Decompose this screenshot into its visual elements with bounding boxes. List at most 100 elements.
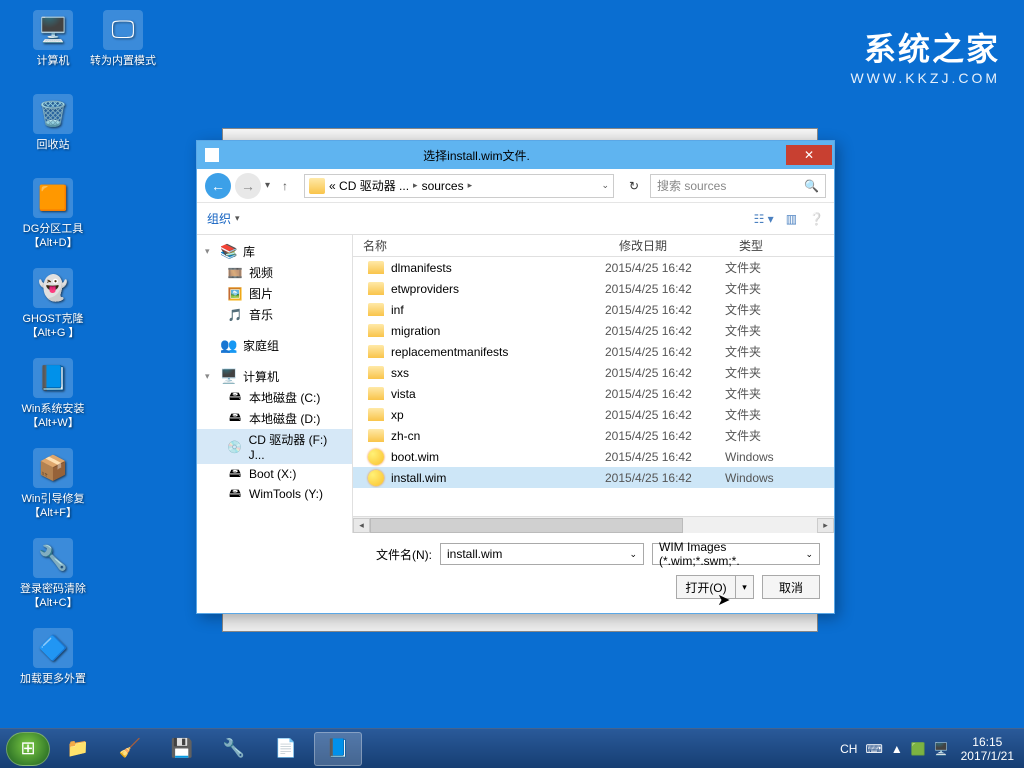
file-date: 2015/4/25 16:42: [605, 303, 725, 317]
forward-button[interactable]: →: [235, 173, 261, 199]
taskbar-app-5[interactable]: 📄: [262, 732, 310, 766]
help-button[interactable]: ❔: [809, 212, 824, 226]
file-row[interactable]: sxs2015/4/25 16:42文件夹: [353, 362, 834, 383]
history-dropdown[interactable]: ▾: [265, 180, 270, 191]
desktop-icon[interactable]: 👻GHOST克隆【Alt+G 】: [18, 268, 88, 340]
desktop-icon-glyph: 📦: [33, 448, 73, 488]
file-row[interactable]: etwproviders2015/4/25 16:42文件夹: [353, 278, 834, 299]
organize-dropdown-icon[interactable]: ▾: [235, 213, 240, 224]
sidebar-group-library[interactable]: ▾ 📚 库: [197, 241, 352, 262]
picture-icon: 🖼️: [227, 286, 243, 302]
open-button[interactable]: 打开(O) ▾ ➤: [676, 575, 754, 599]
col-type[interactable]: 类型: [729, 237, 834, 254]
file-type: 文件夹: [725, 301, 834, 318]
address-dropdown[interactable]: ⌄: [601, 180, 609, 191]
file-date: 2015/4/25 16:42: [605, 366, 725, 380]
breadcrumb-seg-2[interactable]: sources: [422, 179, 464, 193]
chevron-down-icon: ⌄: [629, 549, 637, 560]
tray-icon-2[interactable]: 🟩: [911, 742, 926, 756]
sidebar-item-drive[interactable]: 🖴本地磁盘 (C:): [197, 387, 352, 408]
file-row[interactable]: inf2015/4/25 16:42文件夹: [353, 299, 834, 320]
dialog-titlebar[interactable]: 选择install.wim文件. ✕: [197, 141, 834, 169]
file-date: 2015/4/25 16:42: [605, 324, 725, 338]
file-name: replacementmanifests: [391, 345, 605, 359]
tray-icon-1[interactable]: ▲: [891, 742, 903, 756]
scroll-right-button[interactable]: ▸: [817, 518, 834, 533]
desktop-icon[interactable]: 📦Win引导修复【Alt+F】: [18, 448, 88, 520]
up-button[interactable]: ↑: [274, 175, 296, 197]
sidebar-group-computer[interactable]: ▾ 🖥️ 计算机: [197, 366, 352, 387]
taskbar-app-4[interactable]: 🔧: [210, 732, 258, 766]
drive-icon: 💿: [227, 439, 243, 455]
column-headers: 名称 修改日期 类型: [353, 235, 834, 257]
scroll-left-button[interactable]: ◂: [353, 518, 370, 533]
taskbar-app-1[interactable]: 📁: [54, 732, 102, 766]
refresh-button[interactable]: ↻: [622, 175, 646, 197]
sidebar-item-pictures[interactable]: 🖼️图片: [197, 283, 352, 304]
dialog-footer: 文件名(N): install.wim ⌄ WIM Images (*.wim;…: [197, 533, 834, 613]
scroll-track[interactable]: [370, 518, 817, 533]
sidebar-item-drive[interactable]: 🖴WimTools (Y:): [197, 484, 352, 504]
file-row[interactable]: migration2015/4/25 16:42文件夹: [353, 320, 834, 341]
sidebar-label: 计算机: [243, 368, 279, 385]
file-open-dialog: 选择install.wim文件. ✕ ← → ▾ ↑ « CD 驱动器 ... …: [196, 140, 835, 614]
desktop-icon[interactable]: 🖥️计算机: [18, 10, 88, 68]
file-row[interactable]: xp2015/4/25 16:42文件夹: [353, 404, 834, 425]
back-button[interactable]: ←: [205, 173, 231, 199]
tray-icon-3[interactable]: 🖥️: [934, 742, 949, 756]
view-mode-button[interactable]: ☷ ▾: [754, 212, 774, 226]
folder-icon: [367, 282, 385, 295]
search-icon: 🔍: [804, 179, 819, 193]
desktop-icon[interactable]: 🔷加载更多外置: [18, 628, 88, 686]
desktop-icon[interactable]: 📘Win系统安装【Alt+W】: [18, 358, 88, 430]
filename-label: 文件名(N):: [376, 546, 432, 563]
file-row[interactable]: install.wim2015/4/25 16:42Windows: [353, 467, 834, 488]
taskbar-app-active[interactable]: 📘: [314, 732, 362, 766]
ime-indicator[interactable]: CH: [840, 742, 857, 756]
desktop-icon-label: 回收站: [18, 138, 88, 152]
sidebar-item-music[interactable]: 🎵音乐: [197, 304, 352, 325]
open-dropdown[interactable]: ▾: [735, 576, 753, 598]
file-list[interactable]: dlmanifests2015/4/25 16:42文件夹etwprovider…: [353, 257, 834, 516]
cancel-button[interactable]: 取消: [762, 575, 820, 599]
breadcrumb-seg-1[interactable]: « CD 驱动器 ...: [329, 177, 409, 194]
desktop-icon[interactable]: 🗑️回收站: [18, 94, 88, 152]
horizontal-scrollbar[interactable]: ◂ ▸: [353, 516, 834, 533]
taskbar-clock[interactable]: 16:15 2017/1/21: [961, 735, 1014, 763]
desktop-icon[interactable]: 🟧DG分区工具【Alt+D】: [18, 178, 88, 250]
col-date[interactable]: 修改日期: [609, 237, 729, 254]
filename-input[interactable]: install.wim ⌄: [440, 543, 644, 565]
desktop-icon[interactable]: 🖵转为内置模式: [88, 10, 158, 68]
sidebar-item-drive[interactable]: 🖴Boot (X:): [197, 464, 352, 484]
col-name[interactable]: 名称: [353, 237, 609, 254]
keyboard-icon[interactable]: ⌨: [865, 742, 882, 756]
address-bar[interactable]: « CD 驱动器 ... ▸ sources ▸ ⌄: [304, 174, 614, 198]
desktop-icon[interactable]: 🔧登录密码清除【Alt+C】: [18, 538, 88, 610]
file-row[interactable]: boot.wim2015/4/25 16:42Windows: [353, 446, 834, 467]
library-icon: 📚: [221, 244, 237, 260]
system-tray: CH ⌨ ▲ 🟩 🖥️ 16:15 2017/1/21: [836, 735, 1018, 763]
sidebar-item-drive[interactable]: 🖴本地磁盘 (D:): [197, 408, 352, 429]
organize-button[interactable]: 组织: [207, 210, 231, 227]
filetype-filter[interactable]: WIM Images (*.wim;*.swm;*. ⌄: [652, 543, 820, 565]
sidebar-group-homegroup[interactable]: 👥 家庭组: [197, 335, 352, 356]
start-button[interactable]: ⊞: [6, 732, 50, 766]
file-type: 文件夹: [725, 406, 834, 423]
file-date: 2015/4/25 16:42: [605, 387, 725, 401]
taskbar-app-2[interactable]: 🧹: [106, 732, 154, 766]
scroll-thumb[interactable]: [370, 518, 683, 533]
sidebar-item-videos[interactable]: 🎞️视频: [197, 262, 352, 283]
search-input[interactable]: 搜索 sources 🔍: [650, 174, 826, 198]
file-row[interactable]: zh-cn2015/4/25 16:42文件夹: [353, 425, 834, 446]
desktop-icon-glyph: 🔧: [33, 538, 73, 578]
file-row[interactable]: dlmanifests2015/4/25 16:42文件夹: [353, 257, 834, 278]
file-row[interactable]: vista2015/4/25 16:42文件夹: [353, 383, 834, 404]
taskbar-app-3[interactable]: 💾: [158, 732, 206, 766]
preview-pane-button[interactable]: ▥: [786, 212, 797, 226]
drive-icon: 🖴: [227, 390, 243, 406]
watermark-url: WWW.KKZJ.COM: [850, 70, 1000, 86]
file-row[interactable]: replacementmanifests2015/4/25 16:42文件夹: [353, 341, 834, 362]
sidebar-item-drive[interactable]: 💿CD 驱动器 (F:) J...: [197, 429, 352, 464]
homegroup-icon: 👥: [221, 338, 237, 354]
close-button[interactable]: ✕: [786, 145, 832, 165]
